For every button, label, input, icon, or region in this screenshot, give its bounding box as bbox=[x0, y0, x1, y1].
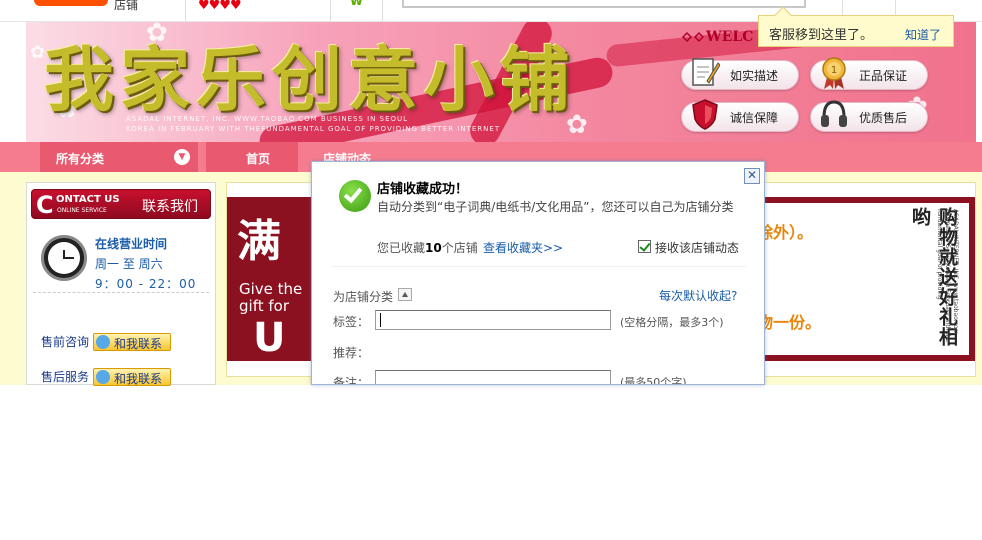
favorite-count: 您已收藏10个店铺 bbox=[377, 241, 478, 255]
note-input[interactable] bbox=[375, 370, 611, 384]
banner-button-quality-after-sales[interactable]: 优质售后 bbox=[810, 100, 928, 132]
categorize-section-label: 为店铺分类 bbox=[333, 290, 394, 304]
medal-icon: 1 bbox=[822, 57, 846, 89]
customer-service-tooltip: 客服移到这里了。 知道了 bbox=[758, 6, 954, 47]
aftersale-label: 售后服务 bbox=[41, 370, 90, 384]
view-favorites-link[interactable]: 查看收藏夹>> bbox=[483, 239, 563, 256]
banner-button-genuine-guarantee[interactable]: 1 正品保证 bbox=[810, 57, 928, 90]
all-categories-label: 所有分类 bbox=[56, 152, 105, 166]
dialog-title: 店铺收藏成功！ bbox=[377, 182, 469, 197]
promo-right-panel: 购物就送好礼相哟 ASADAL INTERNET, INC. www.taoba… bbox=[891, 203, 969, 355]
customer-service-sidebar: C ONTACT US ONLINE SERVICE 联系我们 在线营业时间 周… bbox=[26, 182, 216, 386]
promo-left-panel: 满 Give the gift for U bbox=[233, 203, 305, 361]
search-input[interactable] bbox=[402, 0, 806, 8]
recommend-label: 推荐： bbox=[333, 346, 370, 360]
promo-give-text: Give the gift for bbox=[239, 280, 303, 315]
tag-label: 标签： bbox=[333, 315, 370, 329]
shield-icon bbox=[692, 99, 718, 130]
notepad-pencil-icon bbox=[692, 58, 720, 86]
wangwang-icon bbox=[96, 370, 110, 384]
favorite-count-value: 10 bbox=[425, 241, 442, 255]
tag-input[interactable] bbox=[375, 310, 611, 330]
divider bbox=[382, 0, 383, 22]
banner-button-label: 如实描述 bbox=[730, 69, 779, 83]
collapse-toggle-icon[interactable] bbox=[398, 288, 412, 301]
tag-hint: (空格分隔，最多3个) bbox=[620, 316, 724, 329]
contact-logo-letter: C bbox=[36, 191, 54, 219]
default-collapse-link[interactable]: 每次默认收起? bbox=[659, 287, 737, 304]
aftersale-contact-button[interactable]: 和我联系 bbox=[93, 368, 171, 386]
welcome-ornament-icon bbox=[682, 31, 704, 43]
banner-button-label: 正品保证 bbox=[859, 69, 908, 83]
headset-icon bbox=[821, 100, 847, 127]
contact-us-chinese: 联系我们 bbox=[142, 199, 198, 215]
divider bbox=[330, 0, 331, 22]
business-hours: 在线营业时间 周一 至 周六 9：00 - 22：00 bbox=[33, 225, 209, 293]
note-hint: (最多50个字) bbox=[620, 376, 687, 385]
taobao-logo[interactable] bbox=[34, 0, 108, 6]
note-label: 备注： bbox=[333, 376, 370, 385]
shop-label: 店铺 bbox=[114, 0, 139, 12]
nav-home-label: 首页 bbox=[246, 152, 271, 166]
wangwang-icon[interactable]: w bbox=[350, 0, 363, 9]
chevron-down-icon: ▼ bbox=[174, 149, 190, 165]
tooltip-dismiss-link[interactable]: 知道了 bbox=[905, 26, 941, 43]
close-icon[interactable]: ✕ bbox=[744, 168, 760, 184]
flower-icon: ✿ bbox=[30, 42, 46, 63]
hours-days: 周一 至 周六 bbox=[95, 257, 163, 271]
dialog-description: 自动分类到“电子词典/电纸书/文化用品”，您还可以自己为店铺分类 bbox=[377, 200, 734, 214]
contact-button-label: 和我联系 bbox=[114, 337, 163, 351]
seller-rating-hearts-icon: ♥♥♥♥ bbox=[198, 0, 242, 13]
promo-u-text: U bbox=[253, 315, 286, 361]
banner-button-label: 诚信保障 bbox=[730, 111, 779, 125]
contact-us-english: ONTACT US bbox=[56, 194, 120, 205]
contact-us-header: C ONTACT US ONLINE SERVICE 联系我们 bbox=[31, 189, 211, 219]
promo-big-char: 满 bbox=[237, 216, 281, 267]
receive-updates-checkbox[interactable] bbox=[638, 240, 651, 253]
clock-icon bbox=[41, 235, 87, 281]
all-categories-menu[interactable]: 所有分类 ▼ bbox=[40, 142, 198, 172]
nav-home-tab[interactable]: 首页 bbox=[206, 142, 298, 172]
hours-time: 9：00 - 22：00 bbox=[95, 277, 197, 291]
banner-english-text: ASADAL INTERNET, INC. WWW.TAOBAO.COM BUS… bbox=[126, 115, 501, 133]
receive-updates-label[interactable]: 接收该店铺动态 bbox=[655, 239, 739, 256]
contact-button-label: 和我联系 bbox=[114, 372, 163, 386]
success-check-icon bbox=[339, 180, 371, 212]
shop-title: 我家乐创意小铺 bbox=[44, 38, 576, 121]
welcome-text: WELC bbox=[706, 29, 754, 45]
favorite-shop-dialog: ✕ 店铺收藏成功！ 自动分类到“电子词典/电纸书/文化用品”，您还可以自己为店铺… bbox=[311, 161, 765, 385]
banner-button-integrity-protection[interactable]: 诚信保障 bbox=[681, 99, 799, 132]
presale-label: 售前咨询 bbox=[41, 335, 90, 349]
wangwang-icon bbox=[96, 335, 110, 349]
text-caret bbox=[380, 313, 381, 327]
divider bbox=[185, 0, 186, 22]
online-service-english: ONLINE SERVICE bbox=[57, 207, 107, 214]
banner-button-accurate-description[interactable]: 如实描述 bbox=[681, 58, 799, 90]
promo-vertical-english: ASADAL INTERNET, INC. www.taobao.com bus… bbox=[936, 209, 959, 343]
tooltip-text: 客服移到这里了。 bbox=[769, 28, 874, 43]
svg-text:1: 1 bbox=[831, 65, 837, 76]
presale-contact-button[interactable]: 和我联系 bbox=[93, 333, 171, 351]
divider bbox=[332, 266, 746, 267]
hours-title: 在线营业时间 bbox=[95, 237, 168, 251]
banner-button-label: 优质售后 bbox=[859, 111, 908, 125]
